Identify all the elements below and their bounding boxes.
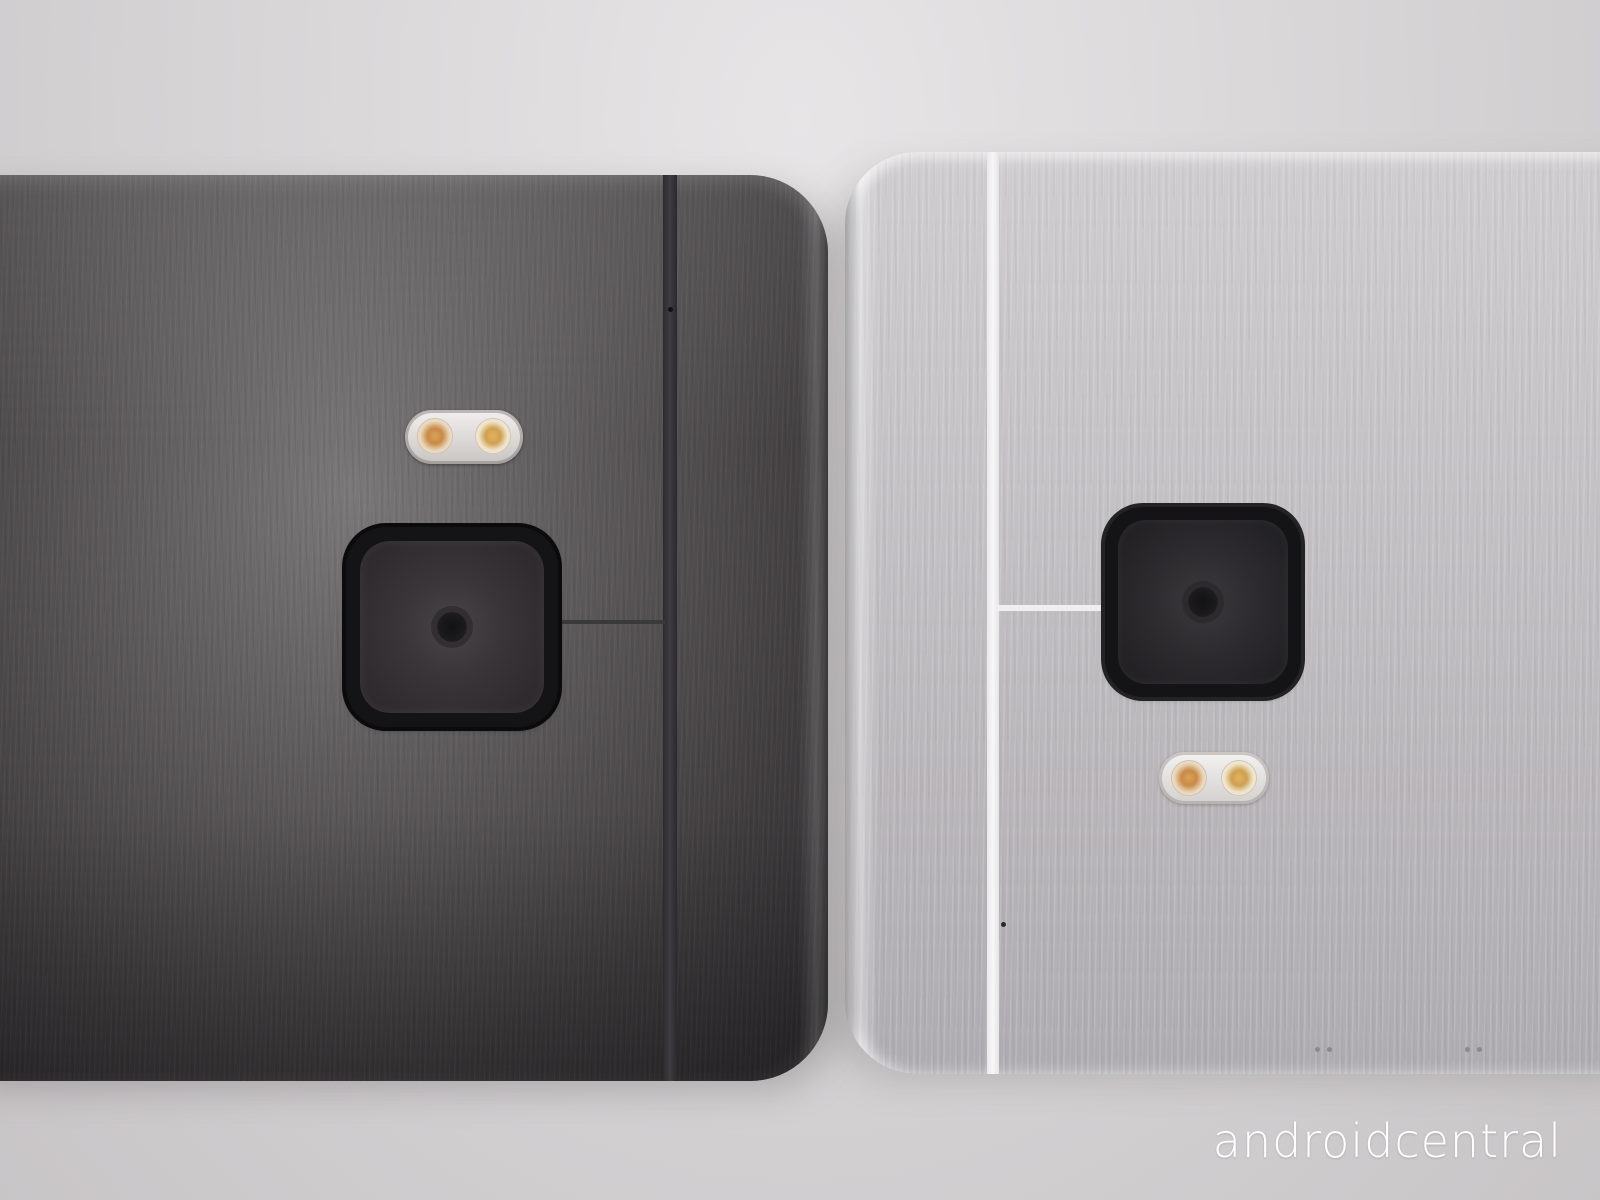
right-phone-bottom-holes <box>1315 1047 1535 1053</box>
gunmetal-phone-back <box>0 175 828 1081</box>
right-phone-edge <box>845 152 879 1074</box>
speaker-hole-icon <box>1465 1047 1470 1052</box>
lens-icon <box>1188 587 1218 617</box>
flash-led-icon <box>475 418 511 454</box>
left-phone-camera-glass <box>360 541 544 713</box>
right-phone-camera-glass <box>1118 520 1288 684</box>
left-phone-camera-module <box>346 527 558 727</box>
left-phone-dual-flash <box>405 410 523 464</box>
speaker-hole-icon <box>1315 1047 1320 1052</box>
left-phone-antenna-branch <box>550 620 665 624</box>
speaker-hole-icon <box>1477 1047 1482 1052</box>
right-phone-mic-hole <box>1001 922 1006 927</box>
lens-icon <box>437 612 467 642</box>
left-phone-mic-hole <box>668 307 673 312</box>
silver-phone-back <box>845 152 1600 1074</box>
photo-scene: androidcentral <box>0 0 1600 1200</box>
right-phone-dual-flash <box>1159 752 1269 804</box>
speaker-hole-icon <box>1327 1047 1332 1052</box>
flash-led-icon <box>1171 760 1207 796</box>
flash-led-icon <box>1221 760 1257 796</box>
right-phone-antenna-line <box>987 152 999 1074</box>
watermark-logo: androidcentral <box>1212 1114 1562 1168</box>
right-phone-camera-module <box>1105 507 1301 697</box>
right-phone-antenna-branch <box>995 605 1105 611</box>
flash-led-icon <box>417 418 453 454</box>
left-phone-edge <box>798 175 828 1081</box>
